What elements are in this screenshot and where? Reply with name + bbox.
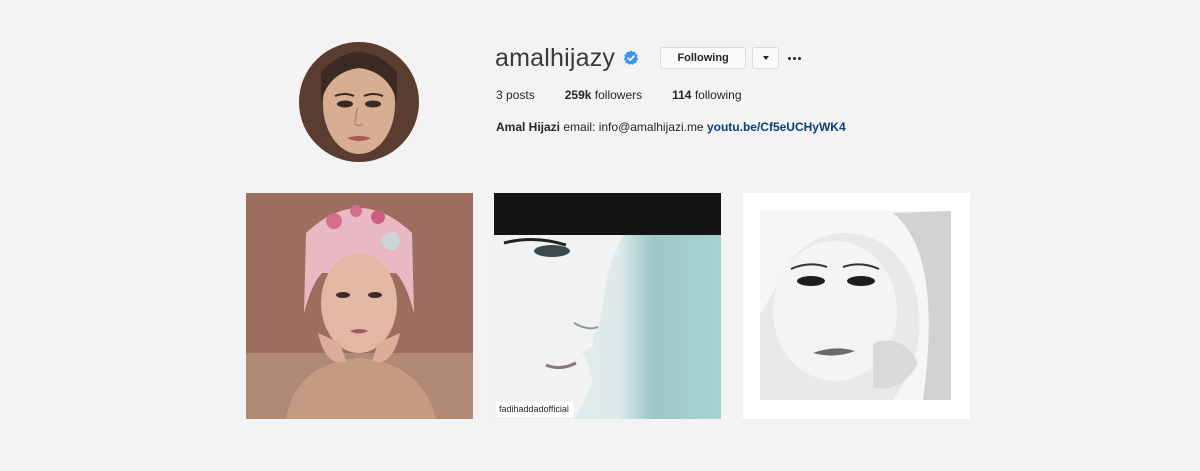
following-count-value: 114 — [672, 88, 692, 102]
followers-count-label: followers — [594, 88, 643, 102]
follow-options-dropdown-button[interactable] — [752, 47, 780, 69]
following-button[interactable]: Following — [660, 47, 747, 69]
post-image-2 — [494, 193, 721, 419]
posts-count-label: posts — [506, 88, 535, 102]
post-thumbnail-1[interactable] — [246, 193, 473, 419]
post-image-3 — [743, 193, 970, 419]
profile-full-name: Amal Hijazi — [496, 120, 561, 134]
followers-link[interactable]: 259k followers — [565, 88, 642, 102]
username-row: amalhijazy Following — [495, 42, 801, 74]
more-dots-icon — [787, 56, 801, 60]
posts-count-value: 3 — [496, 88, 503, 102]
post-tagged-user-label[interactable]: fadihaddadofficial — [496, 402, 573, 417]
more-options-button[interactable] — [787, 47, 801, 69]
profile-stats: 3 posts 259k followers 114 following — [496, 88, 772, 102]
avatar-photo — [299, 42, 419, 162]
post-thumbnail-2[interactable]: fadihaddadofficial — [494, 193, 721, 419]
verified-badge-icon — [623, 50, 639, 66]
caret-down-icon — [762, 56, 769, 60]
profile-page: amalhijazy Following 3 posts 259k follow… — [0, 0, 1200, 471]
post-image-1 — [246, 193, 473, 419]
avatar[interactable] — [299, 42, 419, 162]
following-count-label: following — [694, 88, 742, 102]
profile-username: amalhijazy — [495, 44, 616, 72]
followers-count-value: 259k — [564, 88, 592, 102]
posts-count: 3 posts — [496, 88, 535, 102]
post-thumbnail-3[interactable] — [743, 193, 970, 419]
profile-bio: Amal Hijazi email: info@amalhijazi.me yo… — [496, 120, 846, 134]
following-link[interactable]: 114 following — [672, 88, 741, 102]
bio-text: email: info@amalhijazi.me — [563, 120, 704, 134]
bio-external-link[interactable]: youtu.be/Cf5eUCHyWK4 — [707, 120, 846, 134]
